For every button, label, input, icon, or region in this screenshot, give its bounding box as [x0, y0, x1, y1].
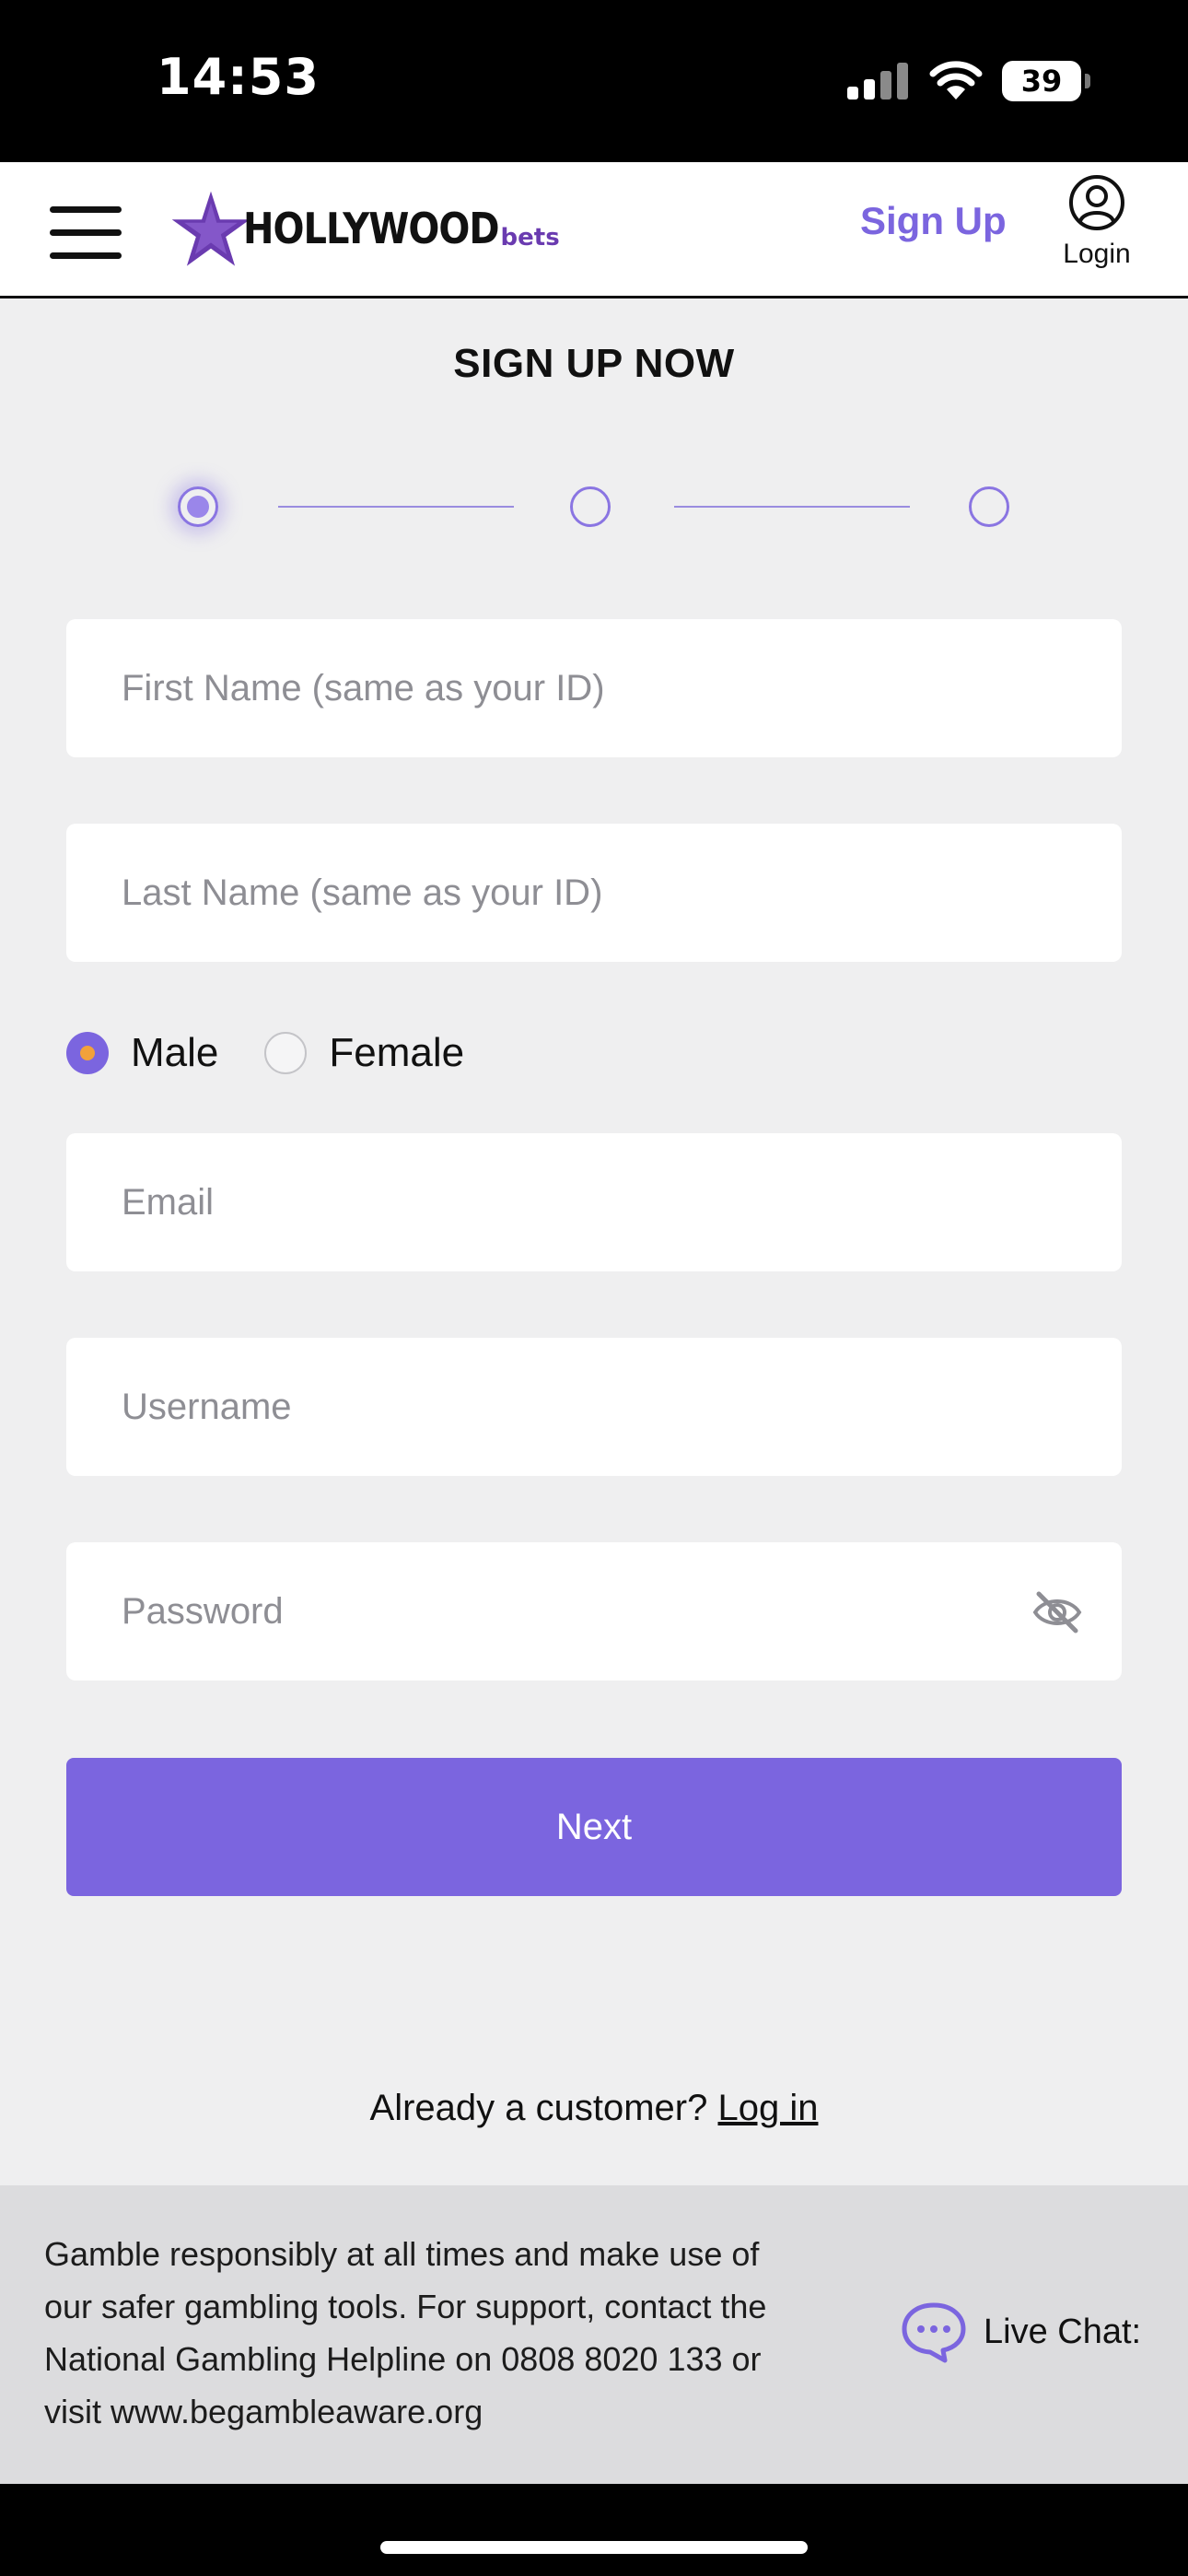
signup-link[interactable]: Sign Up [860, 199, 1007, 243]
menu-icon[interactable] [50, 206, 122, 260]
logo-main-text: HOLLYWOOD [243, 205, 500, 254]
battery-level: 39 [1020, 64, 1063, 99]
first-name-field[interactable]: First Name (same as your ID) [66, 619, 1122, 757]
email-field[interactable]: Email [66, 1133, 1122, 1271]
logo-sub-text: bets [500, 224, 560, 252]
already-text: Already a customer? [369, 2088, 718, 2128]
battery-icon: 39 [1002, 61, 1090, 101]
star-logo-icon [171, 191, 250, 266]
hollywoodbets-logo[interactable]: HOLLYWOOD bets [169, 188, 560, 271]
step-connector [674, 506, 910, 508]
step-connector [278, 506, 514, 508]
page-title: SIGN UP NOW [453, 341, 735, 386]
home-indicator[interactable] [380, 2541, 808, 2554]
gender-radio-group: Male Female [66, 1030, 464, 1076]
step-1-indicator [178, 486, 218, 527]
password-placeholder: Password [122, 1590, 284, 1632]
status-icons: 39 [845, 53, 1090, 109]
last-name-field[interactable]: Last Name (same as your ID) [66, 824, 1122, 962]
login-button[interactable]: Login [1050, 173, 1144, 270]
app-header: HOLLYWOOD bets Sign Up Login [0, 162, 1188, 299]
eye-off-icon[interactable] [1031, 1590, 1083, 1634]
step-3-indicator [969, 486, 1009, 527]
username-field[interactable]: Username [66, 1338, 1122, 1476]
wifi-icon [929, 61, 983, 100]
live-chat-button[interactable]: Live Chat: [899, 2300, 1141, 2364]
step-2-indicator [570, 486, 611, 527]
female-label[interactable]: Female [329, 1030, 464, 1076]
user-circle-icon [1069, 175, 1124, 230]
signup-stepper [0, 479, 1188, 534]
footer: Gamble responsibly at all times and make… [0, 2185, 1188, 2484]
status-bar: 14:53 39 [0, 0, 1188, 162]
next-button[interactable]: Next [66, 1758, 1122, 1896]
password-field[interactable]: Password [66, 1542, 1122, 1680]
login-label: Login [1063, 239, 1131, 269]
male-label[interactable]: Male [131, 1030, 218, 1076]
male-radio[interactable] [66, 1032, 109, 1074]
login-link[interactable]: Log in [717, 2088, 818, 2128]
responsible-gambling-text: Gamble responsibly at all times and make… [44, 2235, 767, 2430]
status-time: 14:53 [157, 48, 320, 106]
already-customer: Already a customer? Log in [0, 2088, 1188, 2129]
live-chat-label: Live Chat: [984, 2312, 1142, 2351]
signal-icon [847, 63, 908, 100]
chat-bubble-icon [902, 2302, 966, 2363]
female-radio[interactable] [264, 1032, 308, 1074]
home-indicator-area [0, 2484, 1188, 2576]
